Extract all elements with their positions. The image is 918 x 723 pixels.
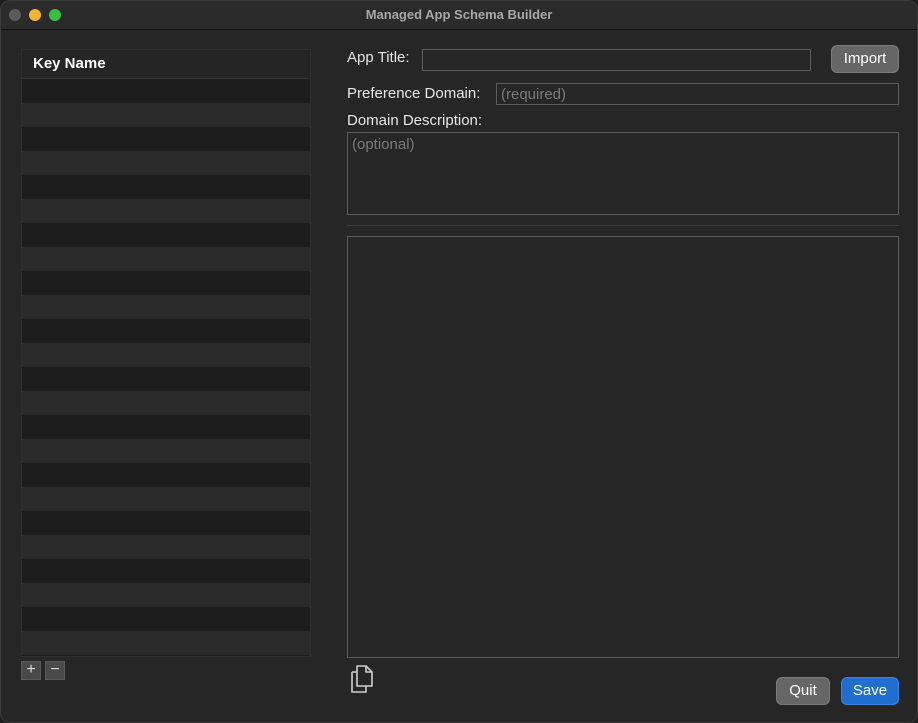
table-row[interactable] [22,607,310,631]
key-name-column-header[interactable]: Key Name [22,50,310,79]
app-title-label: App Title: [347,49,410,66]
add-key-button[interactable]: + [21,661,41,680]
table-row[interactable] [22,247,310,271]
table-row[interactable] [22,175,310,199]
table-row[interactable] [22,151,310,175]
remove-key-button[interactable]: − [45,661,65,680]
table-row[interactable] [22,511,310,535]
app-window: Managed App Schema Builder Key Name + − … [0,0,918,723]
save-button[interactable]: Save [841,677,899,705]
table-row[interactable] [22,439,310,463]
table-row[interactable] [22,415,310,439]
table-row[interactable] [22,343,310,367]
table-row[interactable] [22,463,310,487]
table-row[interactable] [22,223,310,247]
table-row[interactable] [22,127,310,151]
table-row[interactable] [22,631,310,655]
domain-description-label: Domain Description: [347,112,483,129]
table-row[interactable] [22,655,310,656]
table-row[interactable] [22,103,310,127]
quit-button[interactable]: Quit [776,677,830,705]
table-row[interactable] [22,79,310,103]
table-row[interactable] [22,319,310,343]
table-row[interactable] [22,295,310,319]
title-bar: Managed App Schema Builder [1,1,917,30]
divider [347,225,899,226]
schema-output-textarea[interactable] [347,236,899,658]
app-title-input[interactable] [422,49,811,71]
key-rows [22,79,310,656]
window-title: Managed App Schema Builder [365,7,553,22]
domain-description-textarea[interactable]: (optional) [347,132,899,215]
table-row[interactable] [22,583,310,607]
copy-documents-icon[interactable] [348,664,376,694]
preference-domain-label: Preference Domain: [347,85,481,102]
table-row[interactable] [22,271,310,295]
table-row[interactable] [22,199,310,223]
table-row[interactable] [22,391,310,415]
table-row[interactable] [22,487,310,511]
table-row[interactable] [22,367,310,391]
table-row[interactable] [22,559,310,583]
key-name-table[interactable]: Key Name [21,49,311,657]
table-row[interactable] [22,535,310,559]
import-button[interactable]: Import [831,45,899,73]
preference-domain-input[interactable]: (required) [496,83,899,105]
